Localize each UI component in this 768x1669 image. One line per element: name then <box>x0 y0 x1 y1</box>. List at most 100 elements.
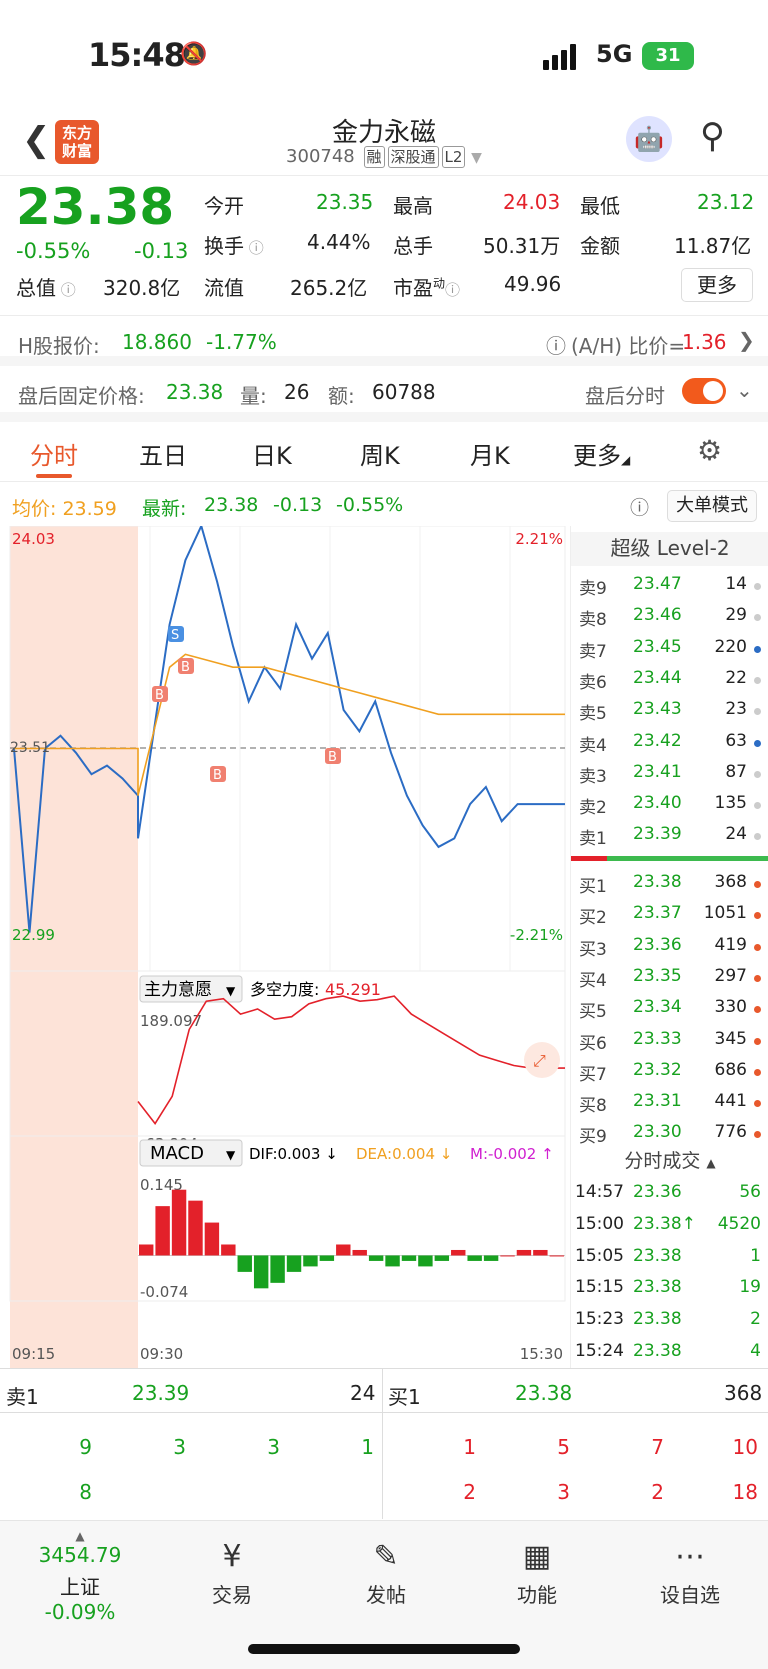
tab-post[interactable]: ✎ 发帖 <box>331 1535 441 1608</box>
macd-bar <box>286 1255 302 1272</box>
tab-monthly-k[interactable]: 月K <box>470 436 510 471</box>
macd-title: MACD <box>150 1143 204 1164</box>
status-bar: 15:48 🔕 5G 31 <box>0 0 768 110</box>
ask-row[interactable]: 卖8 23.46 29 <box>571 601 768 632</box>
bid-row[interactable]: 买2 23.37 1051 <box>571 899 768 930</box>
order-dot-icon <box>754 1006 761 1014</box>
trade-volume: 4520 <box>717 1213 761 1234</box>
tab-more-label: 更多 <box>573 442 621 470</box>
open-value: 23.35 <box>316 190 374 214</box>
ask-row[interactable]: 卖4 23.42 63 <box>571 727 768 758</box>
status-time: 15:48 <box>88 36 186 74</box>
ask-volume: 63 <box>725 730 747 751</box>
latest-pct: -0.55% <box>336 494 404 516</box>
assistant-robot-icon[interactable]: 🤖 <box>626 116 672 162</box>
latest-label: 最新: <box>142 498 187 520</box>
h-share-row[interactable]: H股报价: 18.860 -1.77% ⓘ (A/H) 比价= 1.36 ❯ <box>0 316 768 366</box>
pct-top-label: 2.21% <box>515 530 563 548</box>
more-dots-icon: ⋯ <box>675 1539 705 1574</box>
tab-weekly-k[interactable]: 周K <box>360 436 400 471</box>
pe-label[interactable]: 市盈动ⓘ <box>393 272 460 301</box>
tab-intraday[interactable]: 分时 <box>30 436 78 471</box>
tab-more[interactable]: 更多◢ <box>573 436 630 471</box>
queue-bid-vol: 368 <box>724 1381 763 1405</box>
settings-gear-icon[interactable]: ⚙ <box>697 434 722 467</box>
queue-cell: 3 <box>557 1480 570 1504</box>
ask-price: 23.39 <box>633 824 682 845</box>
trade-marker-label: S <box>171 628 179 643</box>
bid-row[interactable]: 买9 23.30 776 <box>571 1118 768 1149</box>
turnover-label[interactable]: 换手 ⓘ <box>204 230 264 259</box>
tab-trade-label: 交易 <box>212 1583 252 1607</box>
trade-price: 23.38 <box>633 1341 682 1361</box>
tab-trade[interactable]: ¥ 交易 <box>177 1535 287 1608</box>
big-order-mode-button[interactable]: 大单模式 <box>667 490 757 522</box>
mktcap-label[interactable]: 总值 ⓘ <box>16 272 76 301</box>
ask-row[interactable]: 卖7 23.45 220 <box>571 633 768 664</box>
bid-row[interactable]: 买8 23.31 441 <box>571 1087 768 1118</box>
ask-row[interactable]: 卖5 23.43 23 <box>571 695 768 726</box>
bid-row[interactable]: 买6 23.33 345 <box>571 1025 768 1056</box>
help-icon[interactable]: ⓘ <box>546 330 566 359</box>
ask-row[interactable]: 卖1 23.39 24 <box>571 820 768 851</box>
chevron-right-icon: ❯ <box>738 328 755 352</box>
bid-row[interactable]: 买4 23.35 297 <box>571 962 768 993</box>
order-book-title[interactable]: 超级 Level-2 <box>571 532 768 566</box>
quote-panel: 23.38 -0.55% -0.13 今开 23.35 最高 24.03 最低 … <box>0 176 768 316</box>
chart-area[interactable]: B S B B B 24.03 22.99 23.51 2.21% -2.21% 主力意… <box>0 523 570 1368</box>
trade-row: 15:00 23.38↑ 4520 <box>571 1210 768 1241</box>
force-line <box>137 995 565 1125</box>
macd-bar <box>434 1255 450 1261</box>
ask-level: 卖4 <box>579 735 607 756</box>
macd-bar <box>451 1249 466 1256</box>
edit-post-icon: ✎ <box>373 1539 399 1574</box>
after-hours-toggle[interactable] <box>682 378 726 404</box>
battery-icon: 31 <box>642 42 694 70</box>
ask-level: 卖5 <box>579 704 607 725</box>
more-button[interactable]: 更多 <box>681 268 753 302</box>
trades-title[interactable]: 分时成交 ▲ <box>571 1146 768 1173</box>
tab-five-day[interactable]: 五日 <box>139 436 187 471</box>
home-indicator[interactable] <box>248 1644 520 1654</box>
trade-volume: 19 <box>739 1277 761 1298</box>
bid-row[interactable]: 买5 23.34 330 <box>571 993 768 1024</box>
trade-price: 23.38 <box>633 1309 682 1330</box>
after-hours-amt: 60788 <box>372 380 436 404</box>
index-value: 3454.79 <box>38 1543 122 1567</box>
tab-daily-k[interactable]: 日K <box>252 436 292 471</box>
ask-row[interactable]: 卖3 23.41 87 <box>571 758 768 789</box>
bid-row[interactable]: 买7 23.32 686 <box>571 1056 768 1087</box>
tab-functions-label: 功能 <box>517 1583 557 1607</box>
bid-row[interactable]: 买3 23.36 419 <box>571 931 768 962</box>
help-icon[interactable]: ⓘ <box>630 493 649 520</box>
caret-down-icon: ▼ <box>226 1148 236 1162</box>
ask-row[interactable]: 卖2 23.40 135 <box>571 789 768 820</box>
open-label: 今开 <box>204 194 244 218</box>
index-widget[interactable]: ▲ 3454.79 上证 -0.09% <box>24 1529 136 1624</box>
ask-level: 卖6 <box>579 672 607 693</box>
trade-marker-label: B <box>155 688 164 703</box>
ask-row[interactable]: 卖9 23.47 14 <box>571 570 768 601</box>
bid-row[interactable]: 买1 23.38 368 <box>571 868 768 899</box>
tab-add-watchlist[interactable]: ⋯ 设自选 <box>635 1535 745 1608</box>
ah-ratio-value: 1.36 <box>682 330 727 354</box>
caret-up-icon: ▲ <box>75 1529 85 1543</box>
ask-level: 卖7 <box>579 641 607 662</box>
trade-price: 23.38↑ <box>633 1213 696 1234</box>
tab-functions[interactable]: ▦ 功能 <box>482 1535 592 1608</box>
trade-row: 14:57 23.36 56 <box>571 1178 768 1209</box>
trade-time: 15:24 <box>575 1341 624 1361</box>
trade-time: 15:23 <box>575 1309 624 1330</box>
chevron-down-icon[interactable]: ⌄ <box>736 378 753 402</box>
macd-bar <box>352 1249 367 1256</box>
bid-price: 23.38 <box>633 872 682 892</box>
trade-volume: 4 <box>750 1341 761 1361</box>
tab-add-watchlist-label: 设自选 <box>660 1583 720 1607</box>
queue-ask-label: 卖1 <box>6 1385 39 1409</box>
search-icon[interactable]: ⚲ <box>700 116 725 156</box>
queue-ask-vol: 24 <box>350 1381 376 1405</box>
trade-time: 15:05 <box>575 1245 624 1266</box>
ask-row[interactable]: 卖6 23.44 22 <box>571 664 768 695</box>
bid-volume: 419 <box>714 934 747 955</box>
macd-bar <box>204 1222 220 1256</box>
